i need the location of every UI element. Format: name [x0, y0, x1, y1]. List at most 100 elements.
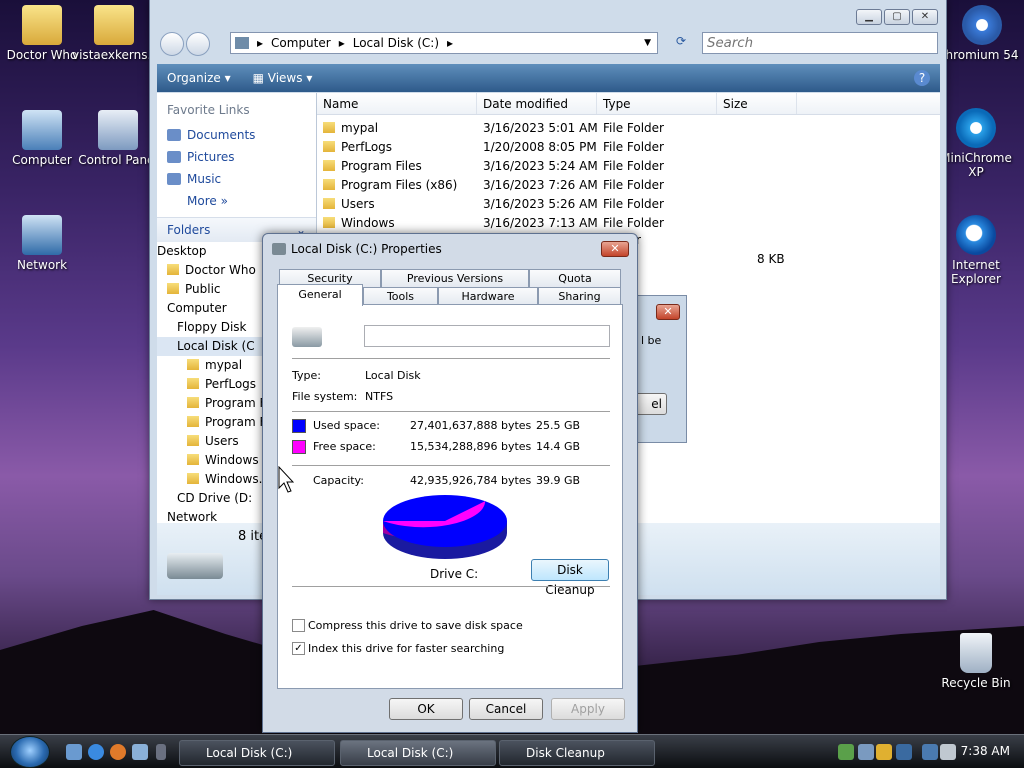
tab-tools[interactable]: Tools: [363, 287, 438, 305]
file-size: [717, 157, 797, 176]
table-row[interactable]: Users 3/16/2023 5:26 AM File Folder: [317, 195, 940, 214]
ok-button[interactable]: OK: [389, 698, 463, 720]
close-button[interactable]: ✕: [601, 241, 629, 257]
desktop-icon-vistaexkerns[interactable]: vistaexkerns...: [72, 5, 159, 62]
desktop-icon-label: Network: [16, 258, 68, 272]
column-headers: Name Date modified Type Size: [317, 93, 940, 115]
used-space-label: Used space:: [313, 419, 381, 432]
favorite-links-header: Favorite Links: [167, 103, 250, 117]
internet-explorer-icon[interactable]: [88, 744, 104, 760]
table-row[interactable]: Program Files (x86) 3/16/2023 7:26 AM File…: [317, 176, 940, 195]
tab-sharing[interactable]: Sharing: [538, 287, 621, 305]
tray-icon-1[interactable]: [838, 744, 854, 760]
quicklaunch-chevron-icon[interactable]: [156, 744, 166, 760]
favorite-more[interactable]: More »: [167, 191, 306, 211]
views-button[interactable]: ▦ Views ▾: [253, 71, 313, 85]
favorite-pictures[interactable]: Pictures: [167, 147, 306, 169]
separator: [292, 358, 610, 359]
close-icon[interactable]: ✕: [656, 304, 680, 320]
file-date: 3/16/2023 5:24 AM: [483, 159, 597, 173]
control-panel-icon: [98, 110, 138, 150]
desktop-icon-label: vistaexkerns...: [72, 48, 159, 62]
free-space-bytes: 15,534,288,896 bytes: [410, 440, 532, 453]
breadcrumb-separator-icon: ▸: [338, 36, 345, 50]
taskbar-button-disk-cleanup[interactable]: Disk Cleanup: [499, 740, 655, 766]
desktop-icon-control-panel[interactable]: Control Panel: [76, 110, 160, 167]
tray-icon-2[interactable]: [858, 744, 874, 760]
table-row[interactable]: PerfLogs 1/20/2008 8:05 PM File Folder: [317, 138, 940, 157]
window-controls: ▁ ▢ ✕: [856, 9, 938, 25]
tab-hardware[interactable]: Hardware: [438, 287, 538, 305]
general-tab-panel: Type: Local Disk File system: NTFS Used …: [277, 304, 623, 689]
taskbar-button-explorer[interactable]: Local Disk (C:): [179, 740, 335, 766]
back-button[interactable]: [160, 32, 184, 56]
compress-checkbox[interactable]: [292, 619, 305, 632]
desktop-icon-label: Computer: [12, 153, 72, 167]
start-button[interactable]: [10, 736, 50, 768]
volume-label-input[interactable]: [364, 325, 610, 347]
tab-general[interactable]: General: [277, 284, 363, 306]
internet-explorer-icon: [956, 215, 996, 255]
organize-button[interactable]: Organize ▾: [167, 71, 231, 85]
tab-previous-versions[interactable]: Previous Versions: [381, 269, 529, 287]
file-date: 3/16/2023 5:01 AM: [483, 121, 597, 135]
refresh-button[interactable]: ⟳: [670, 34, 692, 52]
address-bar[interactable]: ▸ Computer ▸ Local Disk (C:) ▸ ▼: [230, 32, 658, 54]
network-tray-icon[interactable]: [922, 744, 938, 760]
file-name: PerfLogs: [317, 138, 477, 157]
desktop-icon-recycle-bin[interactable]: Recycle Bin: [934, 633, 1018, 690]
dialog-title: Local Disk (C:) Properties: [291, 242, 442, 256]
table-row[interactable]: Windows 3/16/2023 7:13 AM File Folder: [317, 214, 940, 233]
help-icon[interactable]: ?: [914, 70, 930, 86]
favorite-documents[interactable]: Documents: [167, 125, 306, 147]
breadcrumb-separator-icon: ▸: [447, 36, 454, 50]
table-row[interactable]: Program Files 3/16/2023 5:24 AM File Folde…: [317, 157, 940, 176]
dialog-text: l be: [641, 334, 662, 347]
file-name: Users: [317, 195, 477, 214]
file-type: File Folder: [603, 159, 664, 173]
minimize-button[interactable]: ▁: [856, 9, 882, 25]
firefox-icon[interactable]: [110, 744, 126, 760]
used-space-gb: 25.5 GB: [536, 419, 581, 432]
file-date: 3/16/2023 5:26 AM: [483, 197, 597, 211]
index-checkbox[interactable]: ✓: [292, 642, 305, 655]
file-name: Program Files: [317, 157, 477, 176]
column-date-modified[interactable]: Date modified: [477, 93, 597, 114]
column-name[interactable]: Name: [317, 93, 477, 114]
desktop-icon-label: Control Panel: [78, 153, 158, 167]
chromium-icon: [962, 5, 1002, 45]
disk-cleanup-button[interactable]: Disk Cleanup: [531, 559, 609, 597]
command-bar: Organize ▾ ▦ Views ▾ ?: [157, 64, 940, 92]
volume-muted-icon[interactable]: [940, 744, 956, 760]
tab-quota[interactable]: Quota: [529, 269, 621, 287]
switch-windows-icon[interactable]: [132, 744, 148, 760]
tray-icon-4[interactable]: [896, 744, 912, 760]
breadcrumb-local-disk[interactable]: Local Disk (C:): [353, 36, 439, 50]
search-input[interactable]: [702, 32, 938, 54]
clock[interactable]: 7:38 AM: [961, 744, 1010, 758]
apply-button[interactable]: Apply: [551, 698, 625, 720]
address-dropdown-icon[interactable]: ▼: [644, 38, 651, 48]
show-desktop-icon[interactable]: [66, 744, 82, 760]
breadcrumb-computer[interactable]: Computer: [271, 36, 331, 50]
file-name: mypal: [317, 119, 477, 138]
forward-button[interactable]: [186, 32, 210, 56]
capacity-bytes: 42,935,926,784 bytes: [410, 474, 532, 487]
cancel-button[interactable]: Cancel: [469, 698, 543, 720]
favorite-music[interactable]: Music: [167, 169, 306, 191]
desktop-icon-computer[interactable]: Computer: [0, 110, 84, 167]
properties-dialog: Local Disk (C:) Properties ✕ Security Pr…: [262, 233, 638, 733]
taskbar-button-properties[interactable]: Local Disk (C:) Prop...: [340, 740, 496, 766]
column-type[interactable]: Type: [597, 93, 717, 114]
table-row[interactable]: mypal 3/16/2023 5:01 AM File Folder: [317, 119, 940, 138]
taskbar: Local Disk (C:) Local Disk (C:) Prop... …: [0, 734, 1024, 768]
close-button[interactable]: ✕: [912, 9, 938, 25]
column-size[interactable]: Size: [717, 93, 797, 114]
security-shield-icon[interactable]: [876, 744, 892, 760]
maximize-button[interactable]: ▢: [884, 9, 910, 25]
folder-icon: [94, 5, 134, 45]
file-type: File Folder: [603, 140, 664, 154]
desktop-icon-chromium[interactable]: hromium 54: [940, 5, 1024, 62]
cancel-button[interactable]: el: [633, 393, 667, 415]
desktop-icon-network[interactable]: Network: [0, 215, 84, 272]
